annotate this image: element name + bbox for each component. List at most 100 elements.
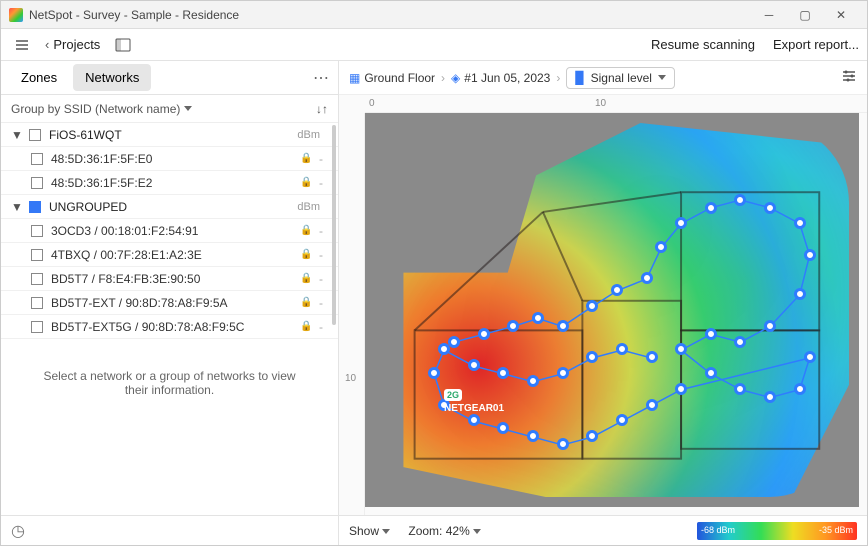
survey-point[interactable] [616,414,628,426]
network-row[interactable]: 3OCD3 / 00:18:01:F2:54:91🔒- [1,219,338,243]
access-point-label: 2G NETGEAR01 [444,389,504,414]
tabs-more-button[interactable]: ⋯ [313,68,330,88]
network-group[interactable]: ▼FiOS-61WQTdBm [1,123,338,147]
show-dropdown[interactable]: Show [349,524,390,538]
scrollbar[interactable] [332,125,336,325]
close-button[interactable]: ✕ [823,5,859,25]
survey-point[interactable] [586,300,598,312]
network-list[interactable]: ▼FiOS-61WQTdBm48:5D:36:1F:5F:E0🔒-48:5D:3… [1,123,338,515]
map-settings-button[interactable] [841,68,857,87]
survey-point[interactable] [532,312,544,324]
checkbox[interactable] [31,297,43,309]
projects-label: Projects [53,37,100,52]
survey-point[interactable] [646,399,658,411]
visualization-dropdown[interactable]: ▉ Signal level [566,67,675,89]
minimize-button[interactable]: ─ [751,5,787,25]
survey-point[interactable] [641,272,653,284]
checkbox[interactable] [31,153,43,165]
survey-point[interactable] [586,351,598,363]
survey-point[interactable] [794,383,806,395]
survey-point[interactable] [527,375,539,387]
survey-point[interactable] [705,202,717,214]
breadcrumb-floor[interactable]: ▦ Ground Floor [349,71,435,85]
survey-point[interactable] [804,351,816,363]
tab-zones[interactable]: Zones [9,64,69,91]
survey-point[interactable] [557,367,569,379]
ap-name: NETGEAR01 [444,403,504,414]
survey-point[interactable] [478,328,490,340]
survey-point[interactable] [586,430,598,442]
breadcrumb-survey[interactable]: ◈ #1 Jun 05, 2023 [451,71,550,85]
progress-icon[interactable]: ◷ [11,521,25,541]
ruler-vertical: 10 [339,113,365,515]
signal-value: - [314,272,328,286]
group-by-bar[interactable]: Group by SSID (Network name) ↓↑ [1,95,338,123]
map-area[interactable]: 0 10 10 [339,95,867,515]
survey-point[interactable] [764,391,776,403]
info-text: Select a network or a group of networks … [1,339,338,427]
checkbox[interactable] [31,177,43,189]
checkbox[interactable] [29,201,41,213]
survey-point[interactable] [527,430,539,442]
survey-point[interactable] [557,438,569,450]
survey-point[interactable] [497,422,509,434]
survey-point[interactable] [468,359,480,371]
survey-point[interactable] [646,351,658,363]
layout-button[interactable] [110,33,136,57]
network-row[interactable]: BD5T7-EXT / 90:8D:78:A8:F9:5A🔒- [1,291,338,315]
resume-scanning-button[interactable]: Resume scanning [651,37,755,52]
survey-point[interactable] [804,249,816,261]
unit-label: dBm [297,129,320,141]
checkbox[interactable] [31,225,43,237]
zoom-control[interactable]: Zoom: 42% [408,524,481,538]
survey-point[interactable] [428,367,440,379]
survey-point[interactable] [468,414,480,426]
tab-networks[interactable]: Networks [73,64,151,91]
network-row[interactable]: BD5T7-EXT5G / 90:8D:78:A8:F9:5C🔒- [1,315,338,339]
menu-button[interactable] [9,33,35,57]
group-name: UNGROUPED [49,200,297,214]
network-row[interactable]: 48:5D:36:1F:5F:E0🔒- [1,147,338,171]
checkbox[interactable] [29,129,41,141]
network-group[interactable]: ▼UNGROUPEDdBm [1,195,338,219]
survey-point[interactable] [734,194,746,206]
network-row[interactable]: 4TBXQ / 00:7F:28:E1:A2:3E🔒- [1,243,338,267]
survey-point[interactable] [675,343,687,355]
titlebar: NetSpot - Survey - Sample - Residence ─ … [1,1,867,29]
survey-point[interactable] [675,217,687,229]
group-by-label: Group by SSID (Network name) [11,102,180,116]
network-row[interactable]: 48:5D:36:1F:5F:E2🔒- [1,171,338,195]
sort-button[interactable]: ↓↑ [316,102,328,116]
survey-point[interactable] [764,320,776,332]
breadcrumb: ▦ Ground Floor › ◈ #1 Jun 05, 2023 › ▉ S… [339,61,867,95]
maximize-button[interactable]: ▢ [787,5,823,25]
survey-point[interactable] [794,217,806,229]
map-canvas[interactable]: 2G NETGEAR01 [365,113,859,507]
survey-point[interactable] [557,320,569,332]
checkbox[interactable] [31,249,43,261]
survey-point[interactable] [734,383,746,395]
survey-point[interactable] [507,320,519,332]
survey-point[interactable] [616,343,628,355]
survey-point[interactable] [734,336,746,348]
survey-point[interactable] [705,367,717,379]
survey-point[interactable] [611,284,623,296]
chevron-right-icon: › [556,71,560,85]
checkbox[interactable] [31,273,43,285]
survey-point[interactable] [448,336,460,348]
export-report-button[interactable]: Export report... [773,37,859,52]
survey-point[interactable] [764,202,776,214]
survey-point[interactable] [675,383,687,395]
survey-point[interactable] [794,288,806,300]
survey-points [365,113,859,507]
survey-point[interactable] [497,367,509,379]
survey-point[interactable] [705,328,717,340]
signal-value: - [314,248,328,262]
network-row[interactable]: BD5T7 / F8:E4:FB:3E:90:50🔒- [1,267,338,291]
survey-point[interactable] [655,241,667,253]
network-name: 48:5D:36:1F:5F:E2 [51,176,300,190]
projects-button[interactable]: ‹ Projects [45,37,100,52]
checkbox[interactable] [31,321,43,333]
lock-icon: 🔒 [300,321,314,332]
survey-point[interactable] [438,343,450,355]
